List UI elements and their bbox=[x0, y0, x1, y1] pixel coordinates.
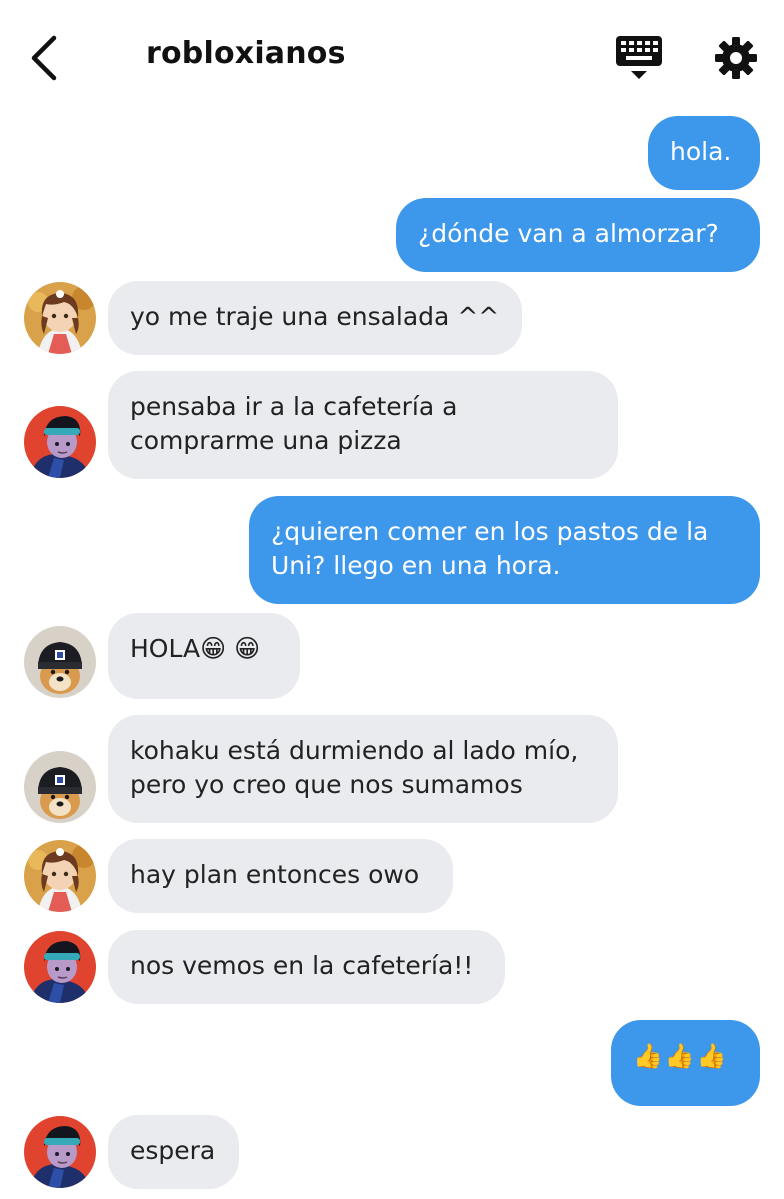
message-bubble[interactable]: ¿dónde van a almorzar? bbox=[396, 198, 760, 272]
avatar[interactable] bbox=[24, 282, 96, 354]
message-bubble[interactable]: yo me traje una ensalada ^^ bbox=[108, 281, 522, 355]
message-text-line: ¿quieren comer en los pastos de la bbox=[271, 517, 709, 546]
message-text-line: comprarme una pizza bbox=[130, 426, 402, 455]
message-text-line: HOLA😁 😁 bbox=[130, 634, 261, 663]
message-bubble[interactable]: kohaku está durmiendo al lado mío, pero … bbox=[108, 715, 618, 823]
message-bubble[interactable]: ¿quieren comer en los pastos de la Uni? … bbox=[249, 496, 760, 604]
chat-header: robloxianos bbox=[0, 0, 784, 110]
avatar[interactable] bbox=[24, 931, 96, 1003]
message-bubble[interactable]: hay plan entonces owo bbox=[108, 839, 453, 913]
message-text-line: 👍👍👍 bbox=[633, 1042, 729, 1070]
message-text-line: pero yo creo que nos sumamos bbox=[130, 770, 523, 799]
message-text-line: ¿dónde van a almorzar? bbox=[418, 219, 719, 248]
settings-button[interactable] bbox=[712, 34, 760, 82]
message-bubble[interactable]: HOLA😁 😁 bbox=[108, 613, 300, 699]
message-bubble[interactable]: nos vemos en la cafetería!! bbox=[108, 930, 505, 1004]
message-bubble[interactable]: hola. bbox=[648, 116, 760, 190]
keyboard-icon bbox=[616, 36, 662, 79]
chat-title: robloxianos bbox=[146, 36, 346, 71]
message-text-line: hay plan entonces owo bbox=[130, 860, 420, 889]
message-text-line: Uni? llego en una hora. bbox=[271, 551, 561, 580]
message-text-line: kohaku está durmiendo al lado mío, bbox=[130, 736, 579, 765]
message-bubble[interactable]: espera bbox=[108, 1115, 239, 1189]
message-text-line: nos vemos en la cafetería!! bbox=[130, 951, 474, 980]
gear-icon bbox=[715, 37, 757, 79]
chevron-left-icon bbox=[31, 35, 57, 81]
avatar[interactable] bbox=[24, 840, 96, 912]
keyboard-button[interactable] bbox=[614, 34, 664, 82]
message-bubble[interactable]: 👍👍👍 bbox=[611, 1020, 760, 1106]
message-bubble[interactable]: pensaba ir a la cafetería a comprarme un… bbox=[108, 371, 618, 479]
avatar[interactable] bbox=[24, 406, 96, 478]
message-text-line: hola. bbox=[670, 137, 732, 166]
message-text-line: pensaba ir a la cafetería a bbox=[130, 392, 458, 421]
message-text-line: espera bbox=[130, 1136, 216, 1165]
avatar[interactable] bbox=[24, 626, 96, 698]
message-text-line: yo me traje una ensalada ^^ bbox=[130, 302, 500, 331]
avatar[interactable] bbox=[24, 1116, 96, 1188]
avatar[interactable] bbox=[24, 751, 96, 823]
back-button[interactable] bbox=[22, 30, 66, 86]
